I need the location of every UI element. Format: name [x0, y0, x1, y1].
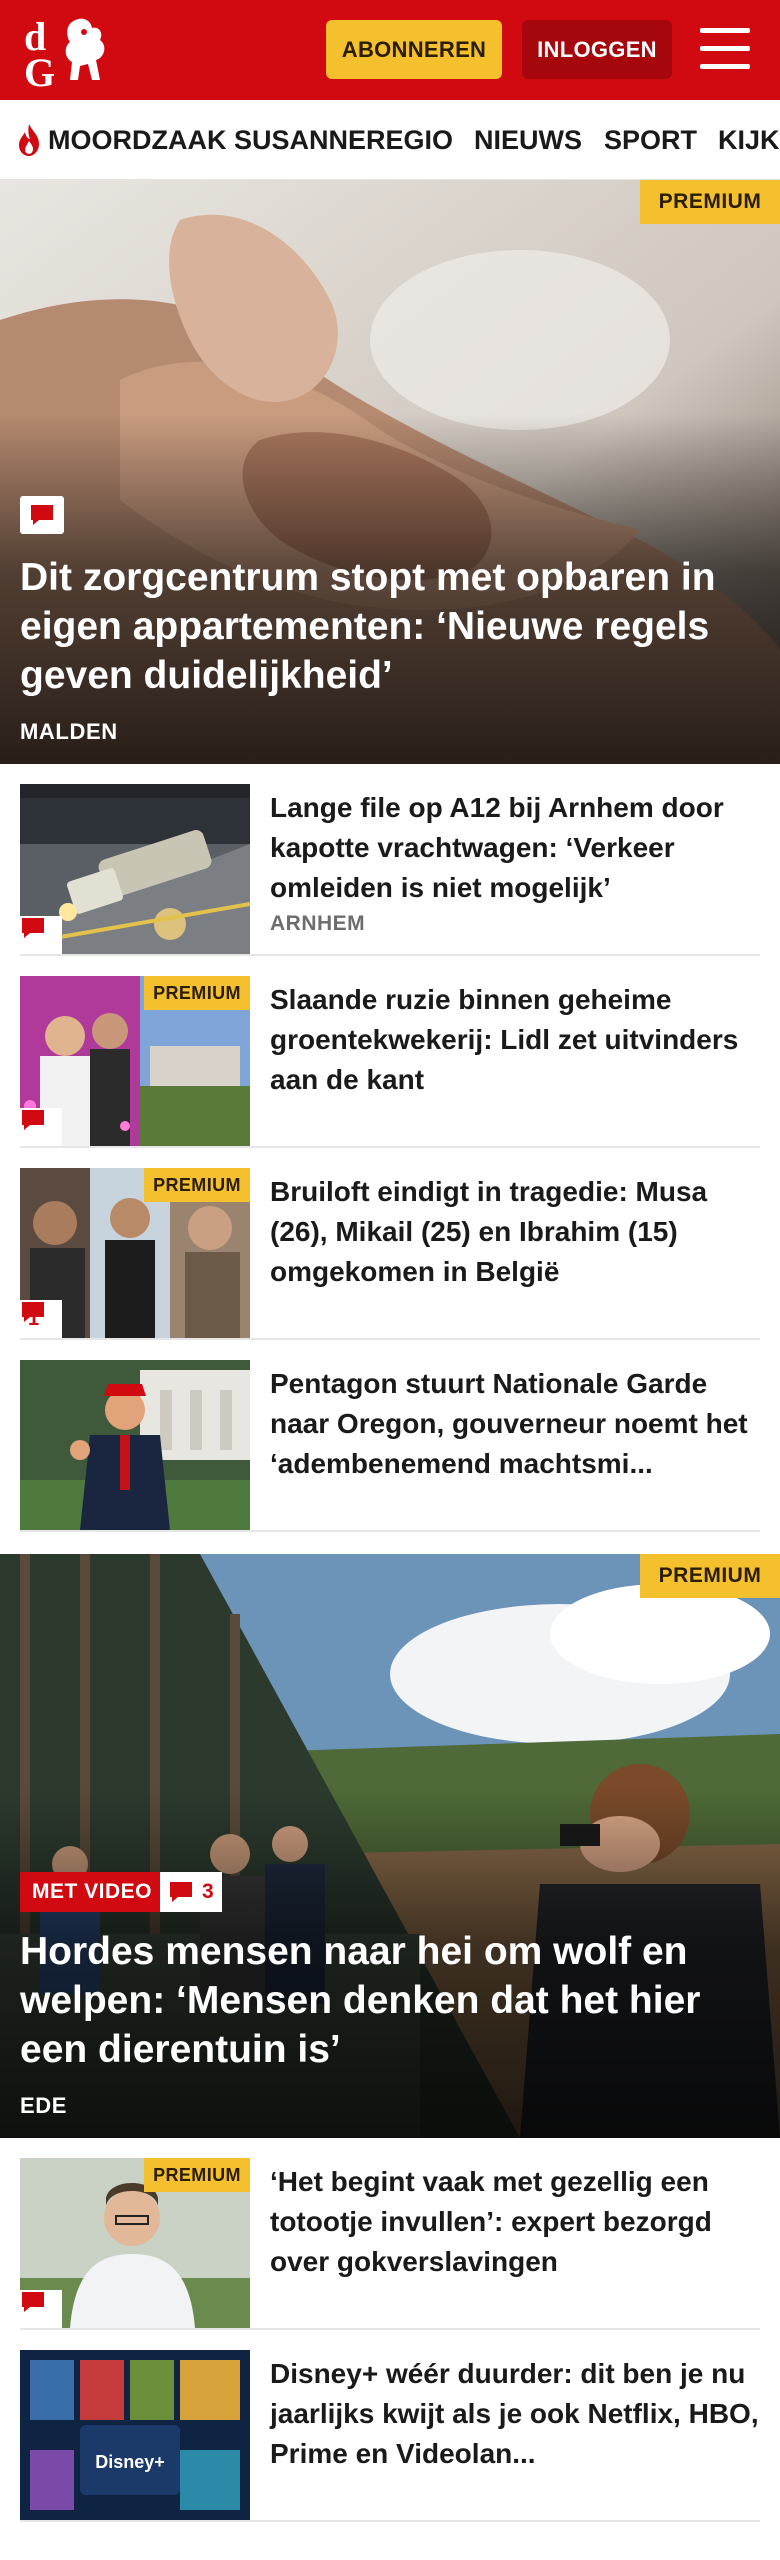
- article-headline[interactable]: Disney+ wéér duurder: dit ben je nu jaar…: [270, 2354, 760, 2474]
- article-headline[interactable]: Bruiloft eindigt in tragedie: Musa (26),…: [270, 1172, 760, 1292]
- hero-location: EDE: [20, 2093, 68, 2118]
- article-headline[interactable]: Lange file op A12 bij Arnhem door kapott…: [270, 788, 760, 908]
- premium-badge: PREMIUM: [144, 976, 250, 1010]
- hero-location: MALDEN: [20, 719, 118, 744]
- nav-item-moordzaak-susanne[interactable]: MOORDZAAK SUSANNE: [16, 100, 367, 179]
- thumbnail-portraits: PREMIUM 1: [20, 1168, 250, 1338]
- comment-badge[interactable]: [20, 1108, 62, 1146]
- comment-icon: [22, 2292, 44, 2312]
- login-button[interactable]: INLOGGEN: [522, 20, 672, 79]
- article-headline[interactable]: ‘Het begint vaak met gezellig een totoot…: [270, 2162, 760, 2282]
- comment-icon: [31, 505, 53, 525]
- hamburger-menu-icon[interactable]: [700, 26, 752, 72]
- comment-badge[interactable]: 3: [160, 1872, 222, 1912]
- thumbnail-traffic-camera: [20, 784, 250, 954]
- flame-icon: [19, 124, 39, 156]
- list-item[interactable]: Pentagon stuurt Nationale Garde naar Ore…: [20, 1360, 760, 1532]
- premium-badge: PREMIUM: [640, 180, 780, 224]
- comment-badge[interactable]: [20, 496, 64, 534]
- thumbnail-expert-portrait: PREMIUM: [20, 2158, 250, 2328]
- svg-text:G: G: [24, 50, 55, 90]
- section-nav: MOORDZAAK SUSANNE REGIO NIEUWS SPORT KIJ…: [0, 100, 780, 180]
- list-item[interactable]: PREMIUM ‘Het begint vaak met gezellig ee…: [20, 2158, 760, 2330]
- comment-icon: [170, 1882, 192, 1902]
- nav-item-nieuws[interactable]: NIEUWS: [474, 100, 582, 179]
- premium-badge: PREMIUM: [144, 1168, 250, 1202]
- hero-headline[interactable]: Hordes mensen naar hei om wolf en welpen…: [20, 1927, 760, 2074]
- hero-article-zorgcentrum[interactable]: PREMIUM Dit zorgcentrum stopt met opbare…: [0, 180, 780, 764]
- hero-headline[interactable]: Dit zorgcentrum stopt met opbaren in eig…: [20, 553, 760, 700]
- nav-item-kijk[interactable]: KIJK: [718, 100, 780, 179]
- premium-badge: PREMIUM: [640, 1554, 780, 1598]
- article-headline[interactable]: Pentagon stuurt Nationale Garde naar Ore…: [270, 1364, 760, 1484]
- comment-badge[interactable]: [20, 2290, 62, 2328]
- svg-text:Disney+: Disney+: [95, 2452, 165, 2472]
- comment-count: 3: [202, 1880, 214, 1903]
- comment-icon: [22, 918, 44, 938]
- thumbnail-greenhouse: PREMIUM: [20, 976, 250, 1146]
- article-location: ARNHEM: [270, 912, 366, 935]
- list-item[interactable]: Disney+ Disney+ wéér duurder: dit ben je…: [20, 2350, 760, 2522]
- nav-item-label: MOORDZAAK SUSANNE: [48, 124, 367, 155]
- thumbnail-disney-plus: Disney+: [20, 2350, 250, 2520]
- hero-article-wolf[interactable]: PREMIUM MET VIDEO 3 Hordes mensen naar h…: [0, 1554, 780, 2138]
- list-item[interactable]: PREMIUM 1 Bruiloft eindigt in tragedie: …: [20, 1168, 760, 1340]
- comment-badge[interactable]: 1: [20, 1300, 62, 1338]
- nav-item-regio[interactable]: REGIO: [366, 100, 453, 179]
- list-item[interactable]: Lange file op A12 bij Arnhem door kapott…: [20, 784, 760, 956]
- thumbnail-trump: [20, 1360, 250, 1530]
- comment-badge[interactable]: [20, 916, 62, 954]
- nav-item-sport[interactable]: SPORT: [604, 100, 697, 179]
- article-headline[interactable]: Slaande ruzie binnen geheime groentekwek…: [270, 980, 760, 1100]
- video-badge: MET VIDEO: [20, 1872, 165, 1912]
- subscribe-button[interactable]: ABONNEREN: [326, 20, 502, 79]
- list-item[interactable]: PREMIUM Slaande ruzie binnen geheime gro…: [20, 976, 760, 1148]
- comment-icon: [22, 1302, 44, 1322]
- top-bar: d G ABONNEREN INLOGGEN: [0, 0, 780, 100]
- premium-badge: PREMIUM: [144, 2158, 250, 2192]
- site-logo[interactable]: d G: [20, 10, 116, 90]
- comment-icon: [22, 1110, 44, 1130]
